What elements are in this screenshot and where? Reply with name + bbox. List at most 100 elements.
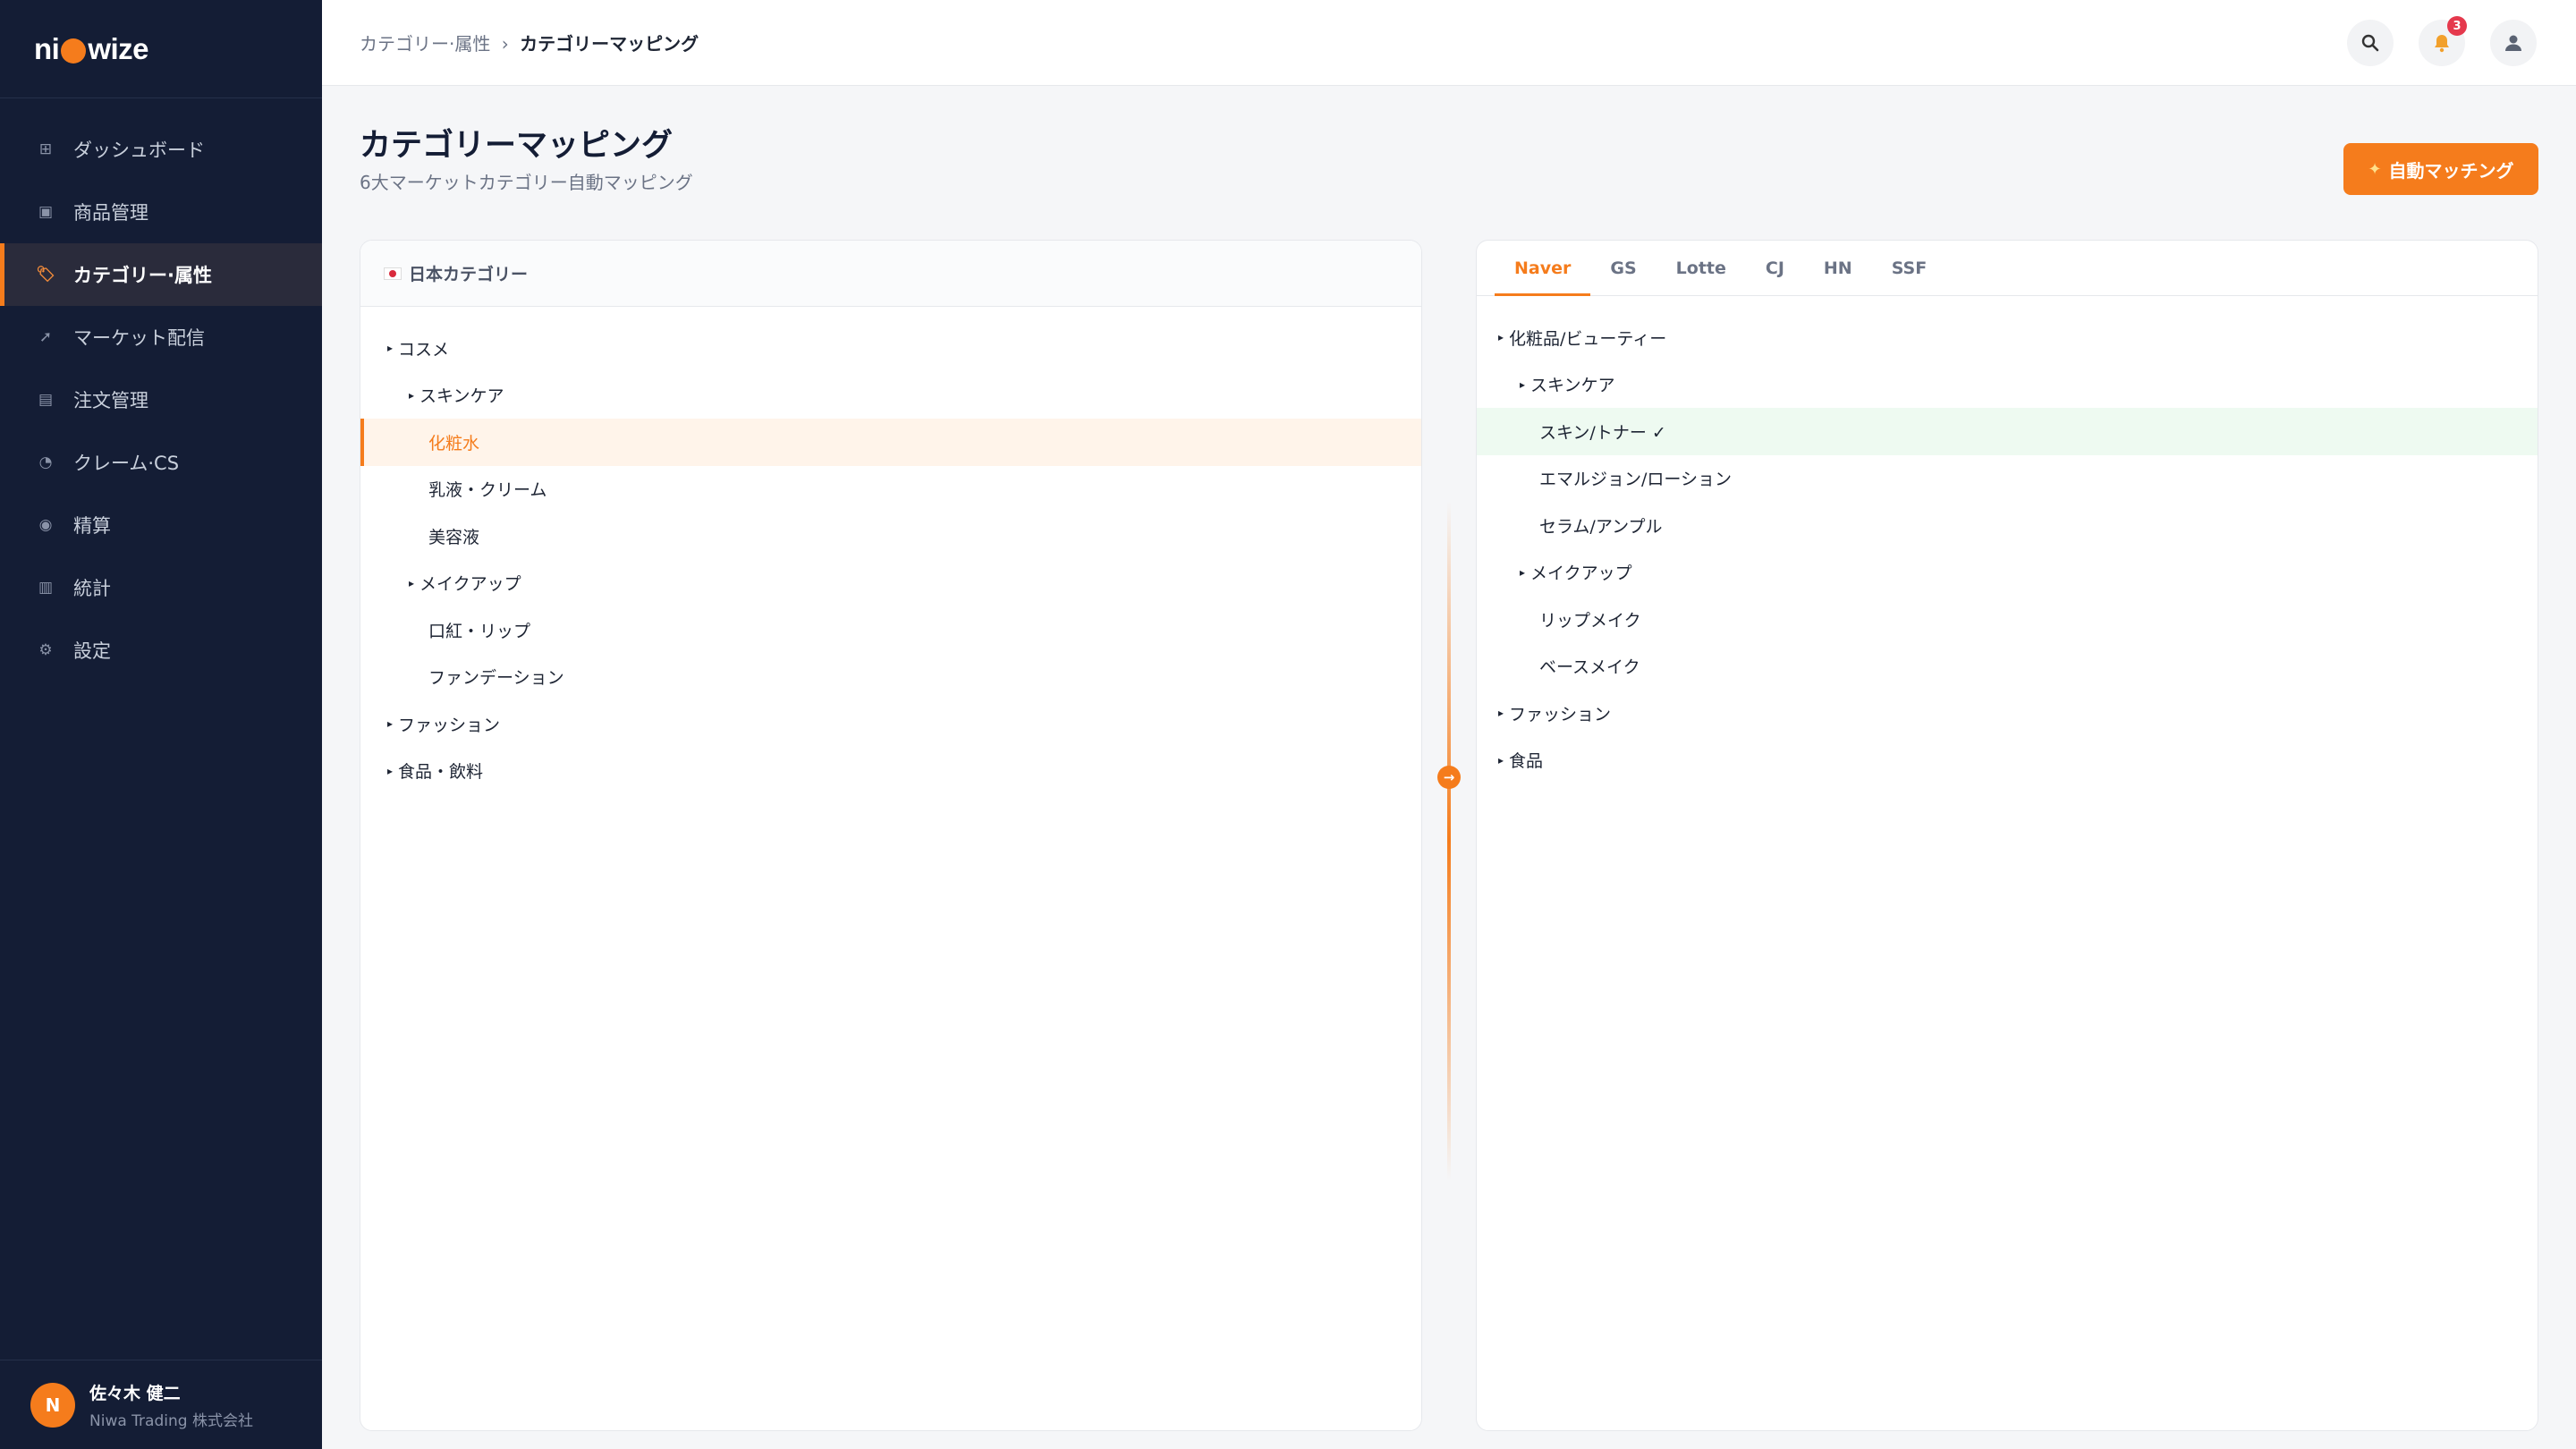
tree-item[interactable]: 乳液・クリーム (360, 466, 1421, 513)
sidebar-item-label: ダッシュボード (73, 140, 205, 161)
caret-right-icon[interactable]: ▸ (1498, 331, 1504, 343)
sidebar-item[interactable]: ▣ 商品管理 (0, 181, 322, 243)
topbar: カテゴリー·属性 › カテゴリーマッピング 3 (322, 0, 2576, 86)
tree-item-label: 口紅・リップ (428, 621, 531, 641)
box-icon: ▣ (38, 203, 54, 221)
page-subtitle: 6大マーケットカテゴリー自動マッピング (360, 172, 693, 193)
sidebar-item[interactable]: 🏷 カテゴリー·属性 (0, 243, 322, 306)
app-root: ni wize ⊞ ダッシュボード ▣ 商品管理 🏷 カテゴリー·属性 ➚ マーケット配信 ▤ 注文… (0, 0, 2576, 1449)
market-tab[interactable]: SSF (1872, 241, 1947, 295)
caret-right-icon[interactable]: ▸ (1498, 707, 1504, 719)
logo-text-right: wize (88, 31, 149, 65)
market-tab[interactable]: Naver (1495, 241, 1591, 296)
caret-right-icon[interactable]: ▸ (1520, 566, 1525, 579)
tree-item[interactable]: ベースメイク (1477, 643, 2538, 691)
breadcrumb-parent[interactable]: カテゴリー·属性 (360, 33, 490, 55)
tree-item[interactable]: ▸ メイクアップ (360, 560, 1421, 607)
sidebar-nav: ⊞ ダッシュボード ▣ 商品管理 🏷 カテゴリー·属性 ➚ マーケット配信 ▤ 注文管理 ◔ クレーム… (0, 98, 322, 682)
caret-right-icon[interactable]: ▸ (1498, 754, 1504, 767)
tree-item[interactable]: ▸ 化粧品/ビューティー (1477, 314, 2538, 361)
caret-right-icon[interactable]: ▸ (387, 342, 393, 354)
sidebar-item[interactable]: ▥ 統計 (0, 556, 322, 619)
market-category-tree: ▸ 化粧品/ビューティー ▸ スキンケア スキン/トナー ✓ エマルジョン/ローション セラ… (1477, 296, 2538, 784)
sidebar-item[interactable]: ▤ 注文管理 (0, 369, 322, 431)
sidebar-item-label: マーケット配信 (73, 327, 205, 349)
breadcrumb: カテゴリー·属性 › カテゴリーマッピング (360, 30, 699, 55)
caret-right-icon[interactable]: ▸ (387, 717, 393, 730)
market-tab[interactable]: CJ (1746, 241, 1804, 295)
sidebar-item[interactable]: ◔ クレーム·CS (0, 431, 322, 494)
logo-text-left: ni (34, 31, 60, 65)
market-tab[interactable]: HN (1804, 241, 1872, 295)
market-tabs: Naver GS Lotte CJ HN SSF (1477, 241, 2538, 296)
caret-right-icon[interactable]: ▸ (1520, 378, 1525, 391)
auto-matching-button[interactable]: ✦ 自動マッチング (2343, 143, 2538, 195)
tree-item-label: スキンケア (1530, 376, 1615, 396)
tree-item-label: スキンケア (419, 386, 504, 407)
page-title: カテゴリーマッピング (360, 128, 674, 164)
sidebar-item[interactable]: ➚ マーケット配信 (0, 306, 322, 369)
market-tab[interactable]: Lotte (1657, 241, 1746, 295)
caret-right-icon[interactable]: ▸ (409, 389, 414, 402)
sidebar-item-label: 統計 (73, 578, 111, 599)
tree-item[interactable]: スキン/トナー ✓ (1477, 408, 2538, 455)
sidebar-item[interactable]: ⊞ ダッシュボード (0, 118, 322, 181)
logo-dot-icon (61, 38, 87, 64)
auto-matching-label: 自動マッチング (2388, 159, 2514, 182)
tree-item-label: エマルジョン/ローション (1539, 470, 1733, 490)
user-name: 佐々木 健二 (89, 1383, 181, 1403)
tree-item[interactable]: ▸ ファッション (360, 700, 1421, 748)
tree-item[interactable]: ▸ スキンケア (1477, 361, 2538, 409)
chat-bubble-icon: ◔ (38, 453, 53, 471)
tree-item-label: ファッション (398, 715, 501, 735)
account-button[interactable] (2490, 20, 2537, 66)
header-actions: 3 (2347, 16, 2537, 66)
tag-icon: 🏷 (36, 266, 55, 284)
tree-item[interactable]: エマルジョン/ローション (1477, 455, 2538, 503)
sidebar-item[interactable]: ◉ 精算 (0, 494, 322, 556)
market-category-panel: Naver GS Lotte CJ HN SSF ▸ 化粧品/ビューティー ▸ スキンケア スキン… (1476, 240, 2538, 1431)
caret-right-icon[interactable]: ▸ (409, 577, 414, 589)
mapping-connector (1447, 501, 1451, 1181)
japan-category-tree: ▸ コスメ ▸ スキンケア 化粧水 乳液・クリーム 美容液 ▸ メイクアップ 口紅・リップ ファンデ… (360, 307, 1421, 794)
tree-item[interactable]: ▸ コスメ (360, 325, 1421, 372)
tree-item[interactable]: ▸ 食品・飲料 (360, 748, 1421, 795)
sidebar-item-label: 設定 (73, 640, 111, 662)
notifications-button[interactable]: 3 (2419, 16, 2467, 66)
tree-item-label: スキン/トナー ✓ (1539, 422, 1666, 443)
sidebar-item-label: 精算 (73, 515, 111, 537)
tree-item[interactable]: セラム/アンプル (1477, 502, 2538, 549)
notification-badge: 3 (2447, 16, 2467, 36)
search-icon (2361, 34, 2379, 52)
tree-item-label: 食品 (1509, 751, 1544, 772)
arrow-right-icon: → (1437, 766, 1461, 789)
tree-item[interactable]: ▸ メイクアップ (1477, 549, 2538, 597)
money-bag-icon: ◉ (38, 516, 53, 534)
gear-icon: ⚙ (38, 641, 53, 659)
japan-category-panel: 日本カテゴリー ▸ コスメ ▸ スキンケア 化粧水 乳液・クリーム 美容液 ▸ メイクアップ 口紅… (360, 240, 1422, 1431)
search-button[interactable] (2347, 20, 2394, 66)
tree-item[interactable]: ファンデーション (360, 654, 1421, 701)
tree-item-label: ファンデーション (428, 668, 564, 689)
logo[interactable]: ni wize (0, 0, 322, 98)
grid-icon: ⊞ (38, 140, 53, 158)
sidebar-item-label: クレーム·CS (73, 453, 180, 474)
tree-item[interactable]: 美容液 (360, 513, 1421, 560)
market-tab[interactable]: GS (1590, 241, 1656, 295)
breadcrumb-separator: › (501, 33, 509, 55)
caret-right-icon[interactable]: ▸ (387, 765, 393, 777)
user-profile[interactable]: N 佐々木 健二 Niwa Trading 株式会社 (0, 1360, 322, 1449)
tree-item[interactable]: 化粧水 (360, 419, 1421, 466)
bell-icon (2435, 35, 2449, 53)
tree-item-label: 化粧水 (428, 433, 480, 453)
tree-item[interactable]: ▸ ファッション (1477, 690, 2538, 737)
tree-item[interactable]: 口紅・リップ (360, 606, 1421, 654)
tree-item[interactable]: リップメイク (1477, 596, 2538, 643)
tree-item[interactable]: ▸ スキンケア (360, 372, 1421, 419)
tree-item[interactable]: ▸ 食品 (1477, 737, 2538, 784)
sidebar-item-label: 商品管理 (73, 202, 148, 224)
rocket-icon: ➚ (38, 328, 53, 346)
sidebar-item[interactable]: ⚙ 設定 (0, 619, 322, 682)
sidebar: ni wize ⊞ ダッシュボード ▣ 商品管理 🏷 カテゴリー·属性 ➚ マーケット配信 ▤ 注文… (0, 0, 322, 1449)
sparkle-icon: ✦ (2368, 159, 2382, 179)
